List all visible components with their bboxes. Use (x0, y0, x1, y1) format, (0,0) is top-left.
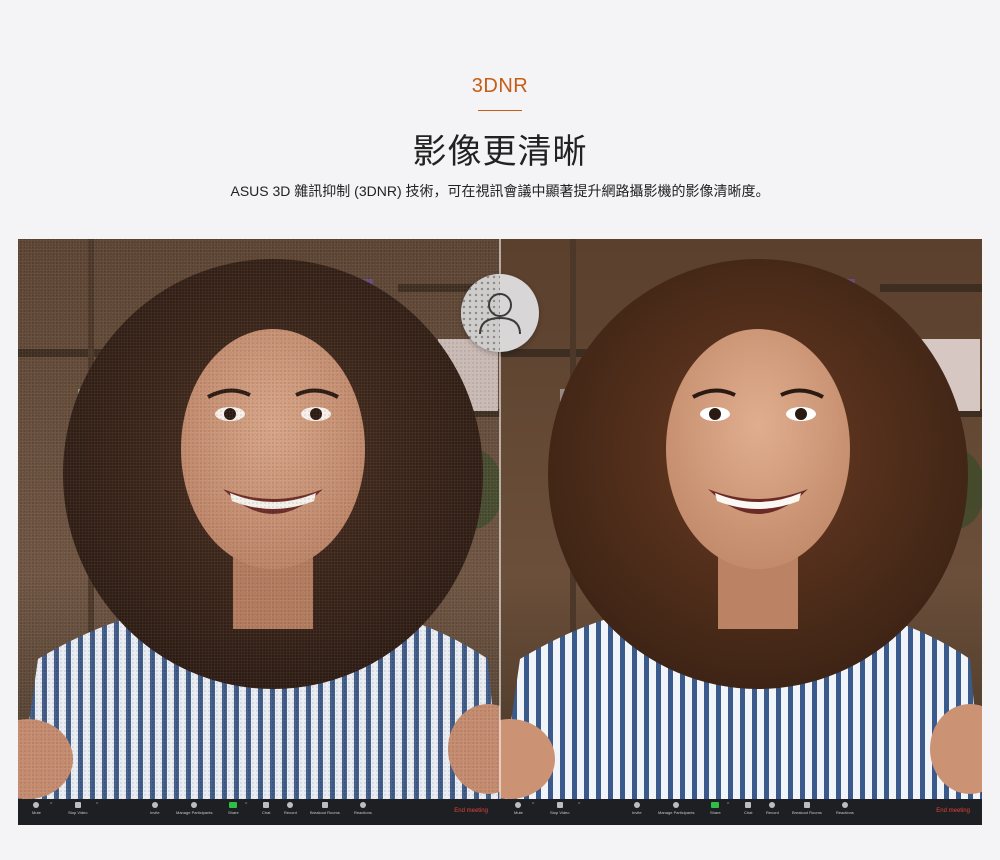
chevron-up-icon[interactable]: ^ (96, 802, 98, 808)
invite-label: Invite (632, 810, 642, 815)
manage-participants-button[interactable]: Manage Participants (176, 802, 212, 815)
chat-icon (745, 802, 752, 808)
feature-eyebrow: 3DNR (471, 75, 529, 97)
user-icon (479, 293, 521, 335)
meeting-toolbar-after: Mute ^ Stop Video ^ Invite Manage Partic… (500, 799, 982, 825)
record-icon (769, 802, 776, 808)
stop-video-label: Stop Video (550, 810, 570, 815)
eyebrow-underline (478, 110, 522, 111)
reactions-icon (841, 802, 848, 808)
record-button[interactable]: Record (766, 802, 779, 815)
microphone-icon (33, 802, 40, 808)
microphone-icon (515, 802, 522, 808)
chevron-up-icon[interactable]: ^ (578, 802, 580, 808)
stop-video-button[interactable]: Stop Video (68, 802, 88, 815)
reactions-icon (359, 802, 366, 808)
feature-title: 影像更清晰 (412, 132, 588, 172)
share-button[interactable]: Share (228, 802, 239, 815)
record-icon (287, 802, 294, 808)
chevron-up-icon[interactable]: ^ (245, 802, 247, 808)
breakout-rooms-label: Breakout Rooms (792, 810, 822, 815)
mute-label: Mute (514, 810, 523, 815)
end-meeting-button[interactable]: End meeting (454, 808, 488, 814)
share-label: Share (710, 810, 721, 815)
video-camera-icon (556, 802, 563, 808)
stop-video-button[interactable]: Stop Video (550, 802, 570, 815)
chevron-up-icon[interactable]: ^ (50, 802, 52, 808)
participants-icon (191, 802, 198, 808)
meeting-toolbar-before: Mute ^ Stop Video ^ Invite Manage Partic… (18, 799, 500, 825)
manage-participants-label: Manage Participants (658, 810, 695, 815)
invite-button[interactable]: Invite (150, 802, 160, 815)
before-after-comparison[interactable]: Mute ^ Stop Video ^ Invite Manage Partic… (18, 239, 982, 825)
chat-label: Chat (262, 810, 271, 815)
breakout-rooms-icon (321, 802, 328, 808)
after-image-3dnr (500, 239, 982, 799)
chat-icon (263, 802, 270, 808)
chat-button[interactable]: Chat (744, 802, 752, 815)
chat-label: Chat (744, 810, 753, 815)
breakout-rooms-label: Breakout Rooms (310, 810, 340, 815)
chevron-up-icon[interactable]: ^ (727, 802, 729, 808)
before-image-noisy (18, 239, 500, 799)
add-user-icon (151, 802, 158, 808)
share-screen-icon (711, 802, 720, 808)
end-meeting-button[interactable]: End meeting (936, 808, 970, 814)
stop-video-label: Stop Video (68, 810, 88, 815)
comparison-slider-handle[interactable] (461, 274, 539, 352)
share-button[interactable]: Share (710, 802, 721, 815)
feature-description: ASUS 3D 雜訊抑制 (3DNR) 技術，可在視訊會議中顯著提升網路攝影機的… (230, 183, 770, 199)
reactions-label: Reactions (354, 810, 372, 815)
add-user-icon (633, 802, 640, 808)
share-screen-icon (229, 802, 238, 808)
chat-button[interactable]: Chat (262, 802, 270, 815)
reactions-label: Reactions (836, 810, 854, 815)
record-label: Record (284, 810, 297, 815)
chevron-up-icon[interactable]: ^ (532, 802, 534, 808)
reactions-button[interactable]: Reactions (836, 802, 854, 815)
mute-button[interactable]: Mute (514, 802, 523, 815)
video-frame-after (500, 239, 982, 799)
video-camera-icon (74, 802, 81, 808)
reactions-button[interactable]: Reactions (354, 802, 372, 815)
manage-participants-label: Manage Participants (176, 810, 213, 815)
record-label: Record (766, 810, 779, 815)
video-frame-before (18, 239, 500, 799)
participants-icon (673, 802, 680, 808)
manage-participants-button[interactable]: Manage Participants (658, 802, 694, 815)
mute-label: Mute (32, 810, 41, 815)
record-button[interactable]: Record (284, 802, 297, 815)
invite-button[interactable]: Invite (632, 802, 642, 815)
breakout-rooms-button[interactable]: Breakout Rooms (792, 802, 822, 815)
breakout-rooms-icon (803, 802, 810, 808)
breakout-rooms-button[interactable]: Breakout Rooms (310, 802, 340, 815)
invite-label: Invite (150, 810, 160, 815)
mute-button[interactable]: Mute (32, 802, 41, 815)
share-label: Share (228, 810, 239, 815)
